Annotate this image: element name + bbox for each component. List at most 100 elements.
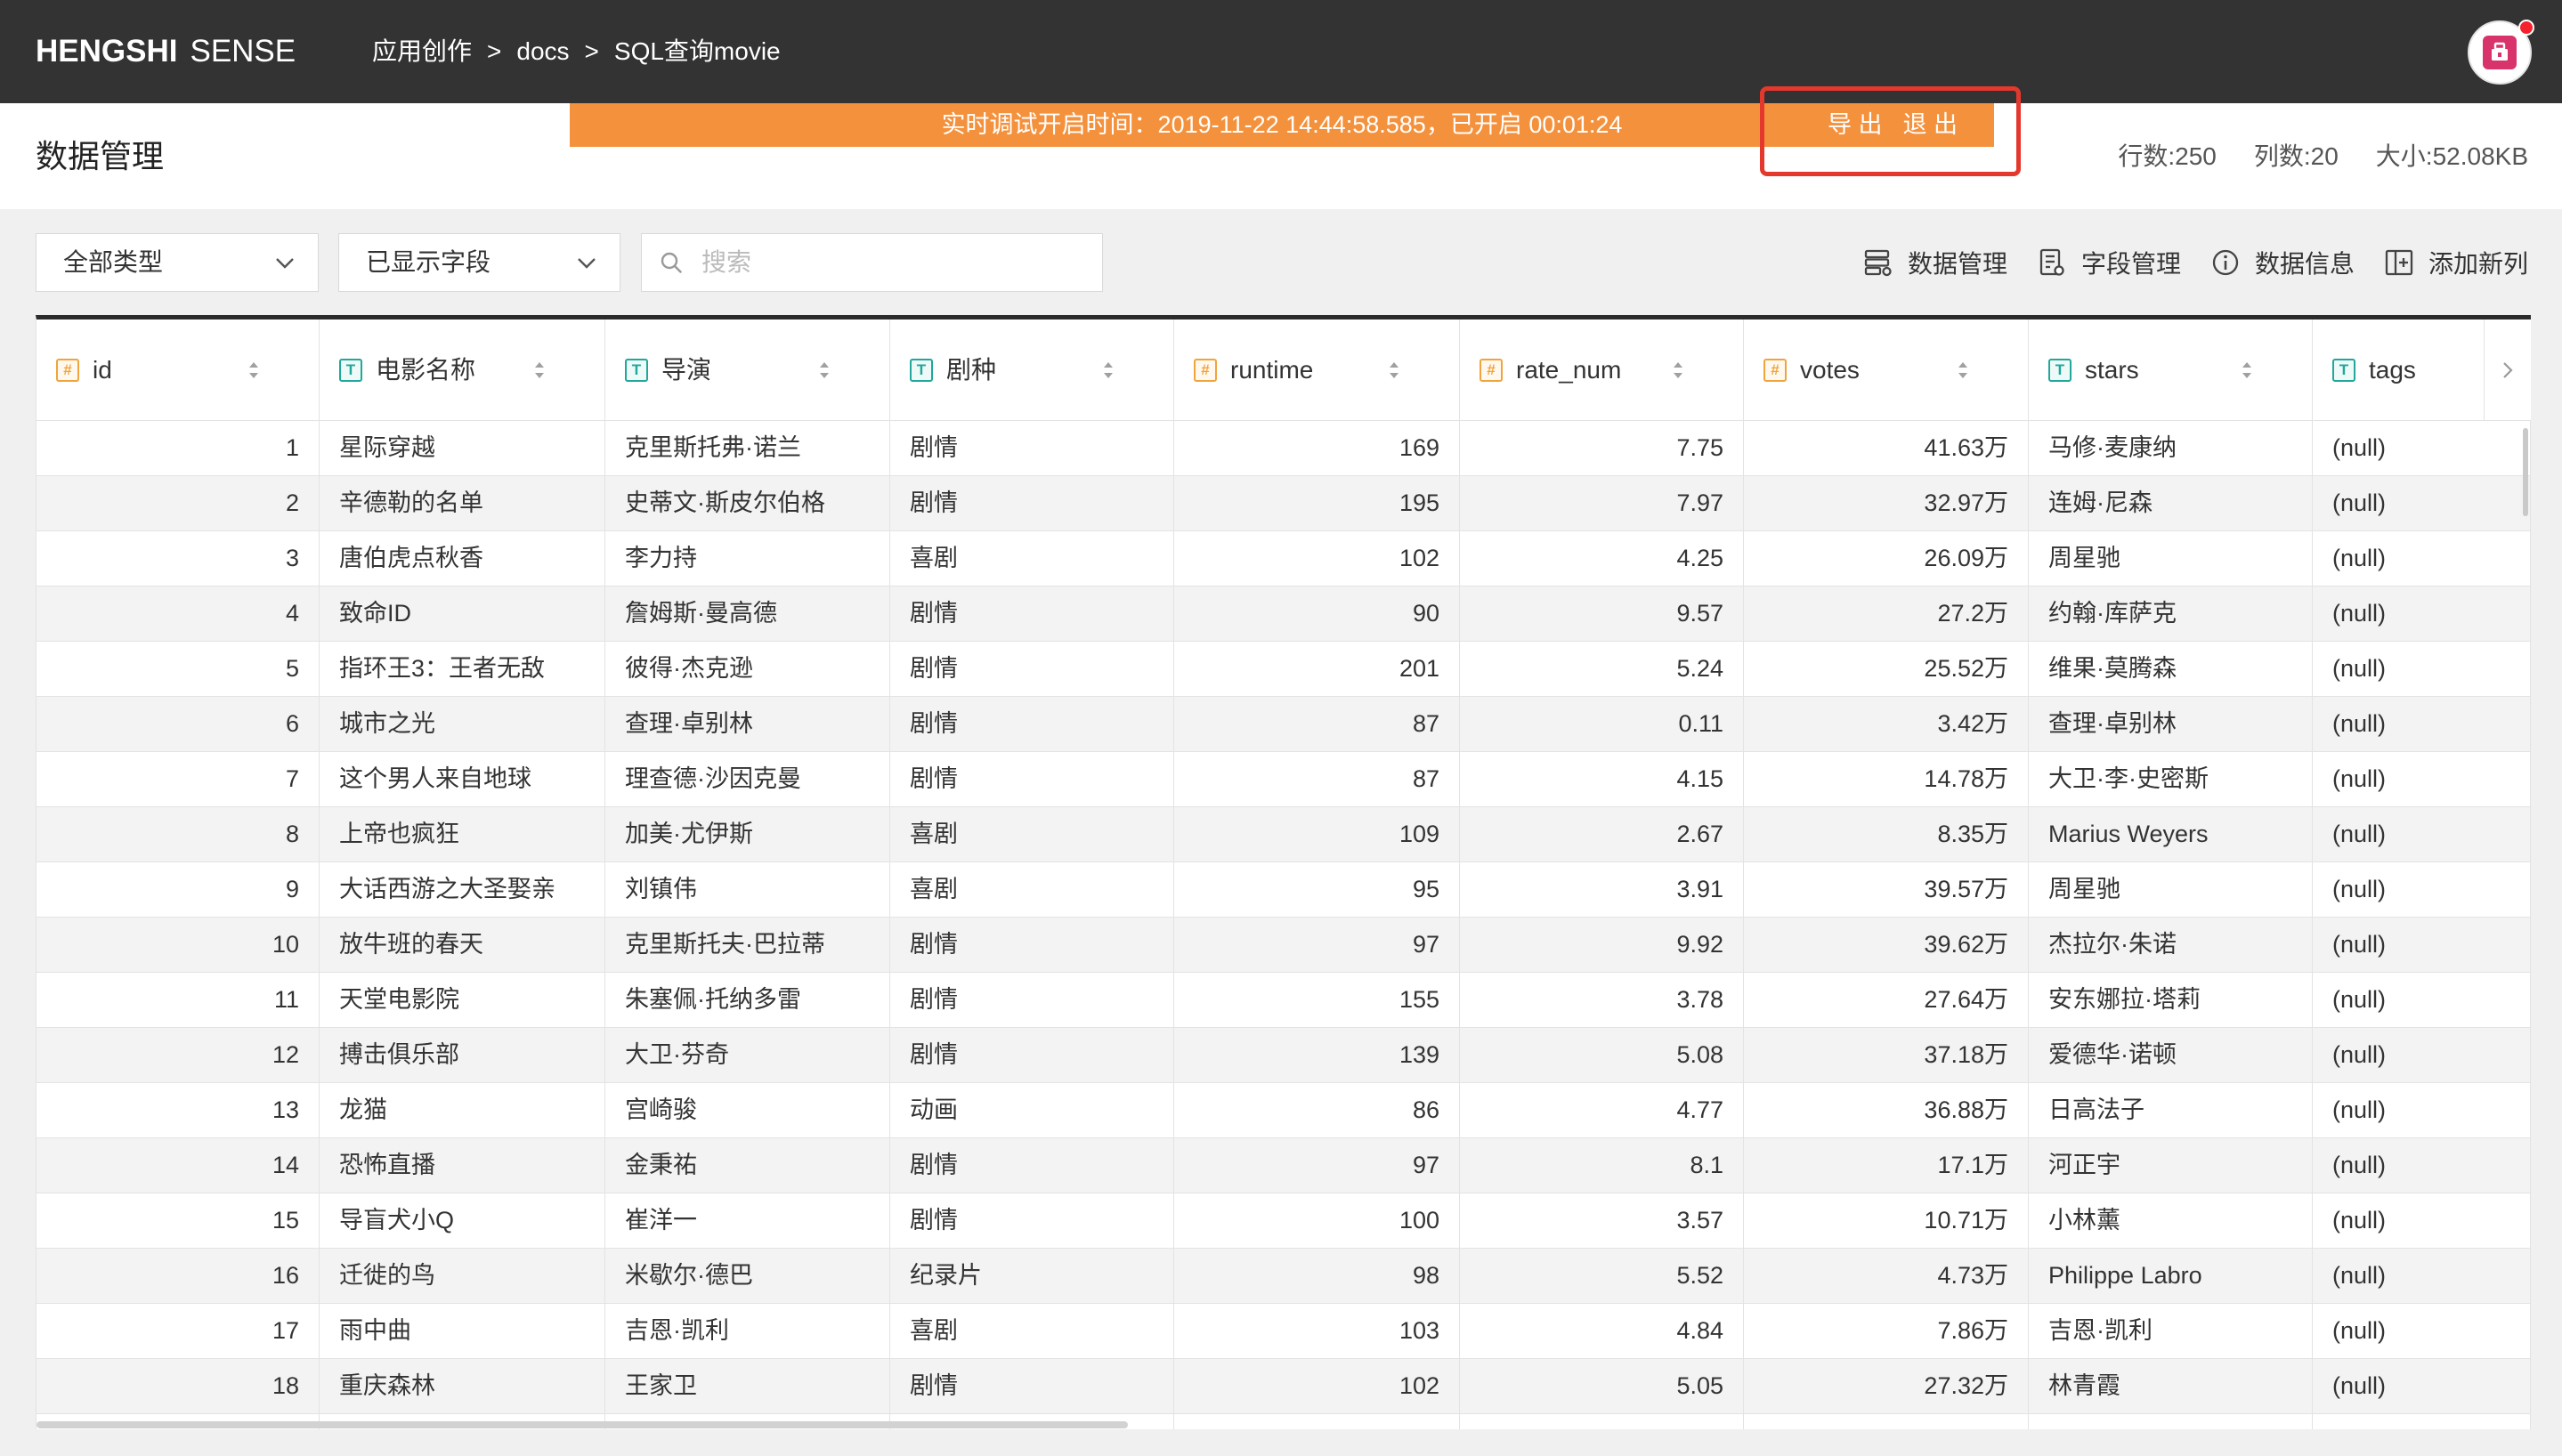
- column-header-label: stars: [2085, 356, 2139, 384]
- column-header-id[interactable]: # id: [36, 320, 320, 421]
- cell-director: 克里斯托夫·巴拉蒂: [605, 918, 890, 973]
- column-header-label: id: [93, 356, 112, 384]
- cell-votes: 27.2万: [1744, 586, 2029, 642]
- data-manage-button[interactable]: 数据管理: [1863, 245, 2007, 280]
- cell-runtime: 97: [1174, 1138, 1460, 1193]
- vertical-scrollbar[interactable]: [2523, 428, 2528, 516]
- sort-icon[interactable]: [1102, 360, 1115, 380]
- table-header: # id T 电影名称 T 导演 T 剧种 # runtime # rate_num # votes Tst…: [36, 320, 2531, 421]
- data-table: # id T 电影名称 T 导演 T 剧种 # runtime # rate_num # votes Tst…: [36, 315, 2531, 1429]
- cell-id: 17: [36, 1304, 320, 1359]
- cell-tags: (null): [2313, 1304, 2531, 1359]
- cell-stars: 杰拉尔·朱诺: [2029, 918, 2313, 973]
- breadcrumb-item-app-create[interactable]: 应用创作: [372, 37, 472, 65]
- field-filter-select[interactable]: 已显示字段: [338, 233, 620, 292]
- cell-director: 米歇尔·德巴: [605, 1249, 890, 1304]
- cell-movie-name: 星际穿越: [320, 421, 605, 476]
- sort-icon[interactable]: [1388, 360, 1400, 380]
- sort-icon[interactable]: [818, 360, 831, 380]
- cell-tags: (null): [2313, 973, 2531, 1028]
- cell-votes: 41.63万: [1744, 421, 2029, 476]
- chevron-down-icon: [578, 258, 596, 269]
- cell-id: 3: [36, 531, 320, 586]
- brand-logo[interactable]: HENGSHI SENSE: [36, 0, 296, 103]
- column-header-runtime[interactable]: # runtime: [1174, 320, 1460, 421]
- column-header-director[interactable]: T 导演: [605, 320, 890, 421]
- cell-votes: 8.35万: [1744, 807, 2029, 862]
- user-avatar[interactable]: [2468, 20, 2534, 85]
- cell-genre: 剧情: [890, 973, 1174, 1028]
- cell-votes: 14.78万: [1744, 752, 2029, 807]
- text-type-icon: T: [625, 358, 648, 382]
- cell-tags: (null): [2313, 752, 2531, 807]
- cell-director: 彼得·杰克逊: [605, 642, 890, 697]
- cell-votes: 17.1万: [1744, 1138, 2029, 1193]
- column-header-rate-num[interactable]: # rate_num: [1460, 320, 1744, 421]
- search-box[interactable]: [641, 233, 1103, 292]
- cell-tags: (null): [2313, 642, 2531, 697]
- cell-movie-name: 恐怖直播: [320, 1138, 605, 1193]
- cell-id: 10: [36, 918, 320, 973]
- table-toolbar: 数据管理 字段管理 数据信息 添加新列: [1863, 233, 2528, 292]
- cell-votes: 39.62万: [1744, 918, 2029, 973]
- cell-votes: 4.73万: [1744, 1249, 2029, 1304]
- sort-icon[interactable]: [1672, 360, 1684, 380]
- field-manage-button[interactable]: 字段管理: [2037, 245, 2181, 280]
- breadcrumb-item-docs[interactable]: docs: [516, 37, 569, 65]
- cell-movie-name: 辛德勒的名单: [320, 476, 605, 531]
- table-row: 6 城市之光 查理·卓别林 剧情 87 0.11 3.42万 查理·卓别林 (null): [36, 697, 2531, 752]
- column-header-votes[interactable]: # votes: [1744, 320, 2029, 421]
- table-row: 3 唐伯虎点秋香 李力持 喜剧 102 4.25 26.09万 周星驰 (null): [36, 531, 2531, 586]
- table-row: 7 这个男人来自地球 理查德·沙因克曼 剧情 87 4.15 14.78万 大卫·李·史密斯(…: [36, 752, 2531, 807]
- sort-icon[interactable]: [533, 360, 546, 380]
- sort-icon[interactable]: [2241, 360, 2253, 380]
- data-size: 大小:52.08KB: [2375, 142, 2528, 170]
- table-row: 1 星际穿越 克里斯托弗·诺兰 剧情 169 7.75 41.63万 马修·麦康纳 (null): [36, 421, 2531, 476]
- cell-rate-num: 4.77: [1460, 1083, 1744, 1138]
- cell-tags: (null): [2313, 1028, 2531, 1083]
- number-type-icon: #: [1480, 358, 1503, 382]
- cell-movie-name: 上帝也疯狂: [320, 807, 605, 862]
- table-row: 15 导盲犬小Q 崔洋一 剧情 100 3.57 10.71万 小林薰 (null): [36, 1193, 2531, 1249]
- info-icon: [2212, 249, 2239, 276]
- cell-tags: (null): [2313, 1193, 2531, 1249]
- cell-id: 1: [36, 421, 320, 476]
- cell-genre: 剧情: [890, 697, 1174, 752]
- column-header-genre[interactable]: T 剧种: [890, 320, 1174, 421]
- add-column-label: 添加新列: [2428, 250, 2528, 278]
- cell-id: 2: [36, 476, 320, 531]
- search-input[interactable]: [701, 234, 1084, 291]
- scroll-right-button[interactable]: [2484, 320, 2531, 421]
- cell-id: 14: [36, 1138, 320, 1193]
- cell-id: 11: [36, 973, 320, 1028]
- cell-genre: 喜剧: [890, 807, 1174, 862]
- cell-stars: 维果·莫腾森: [2029, 642, 2313, 697]
- cell-stars: 林青霞: [2029, 1359, 2313, 1414]
- cell-genre: 剧情: [890, 421, 1174, 476]
- cell-runtime: 103: [1174, 1304, 1460, 1359]
- cell-rate-num: 4.25: [1460, 531, 1744, 586]
- column-header-stars[interactable]: Tstars: [2029, 320, 2313, 421]
- data-info-button[interactable]: 数据信息: [2210, 245, 2355, 280]
- cell-votes: 37.18万: [1744, 1028, 2029, 1083]
- number-type-icon: #: [1194, 358, 1217, 382]
- cell-director: 王家卫: [605, 1359, 890, 1414]
- cell-genre: 纪录片: [890, 1249, 1174, 1304]
- cell-tags: (null): [2313, 1083, 2531, 1138]
- horizontal-scrollbar[interactable]: [36, 1421, 1128, 1428]
- cell-director: 史蒂文·斯皮尔伯格: [605, 476, 890, 531]
- sort-icon[interactable]: [1957, 360, 1969, 380]
- brand-name-bold: HENGSHI: [36, 34, 178, 69]
- type-filter-select[interactable]: 全部类型: [36, 233, 319, 292]
- sort-icon[interactable]: [247, 360, 260, 380]
- table-row: 4 致命ID 詹姆斯·曼高德 剧情 90 9.57 27.2万 约翰·库萨克 (null): [36, 586, 2531, 642]
- column-header-movie-name[interactable]: T 电影名称: [320, 320, 605, 421]
- cell-genre: 喜剧: [890, 1304, 1174, 1359]
- add-column-button[interactable]: 添加新列: [2384, 245, 2528, 280]
- cell-stars: 查理·卓别林: [2029, 697, 2313, 752]
- cell-movie-name: 龙猫: [320, 1083, 605, 1138]
- cell-director: 加美·尤伊斯: [605, 807, 890, 862]
- data-info-label: 数据信息: [2254, 250, 2355, 278]
- cell-rate-num: [1460, 1414, 1744, 1429]
- cell-votes: 3.42万: [1744, 697, 2029, 752]
